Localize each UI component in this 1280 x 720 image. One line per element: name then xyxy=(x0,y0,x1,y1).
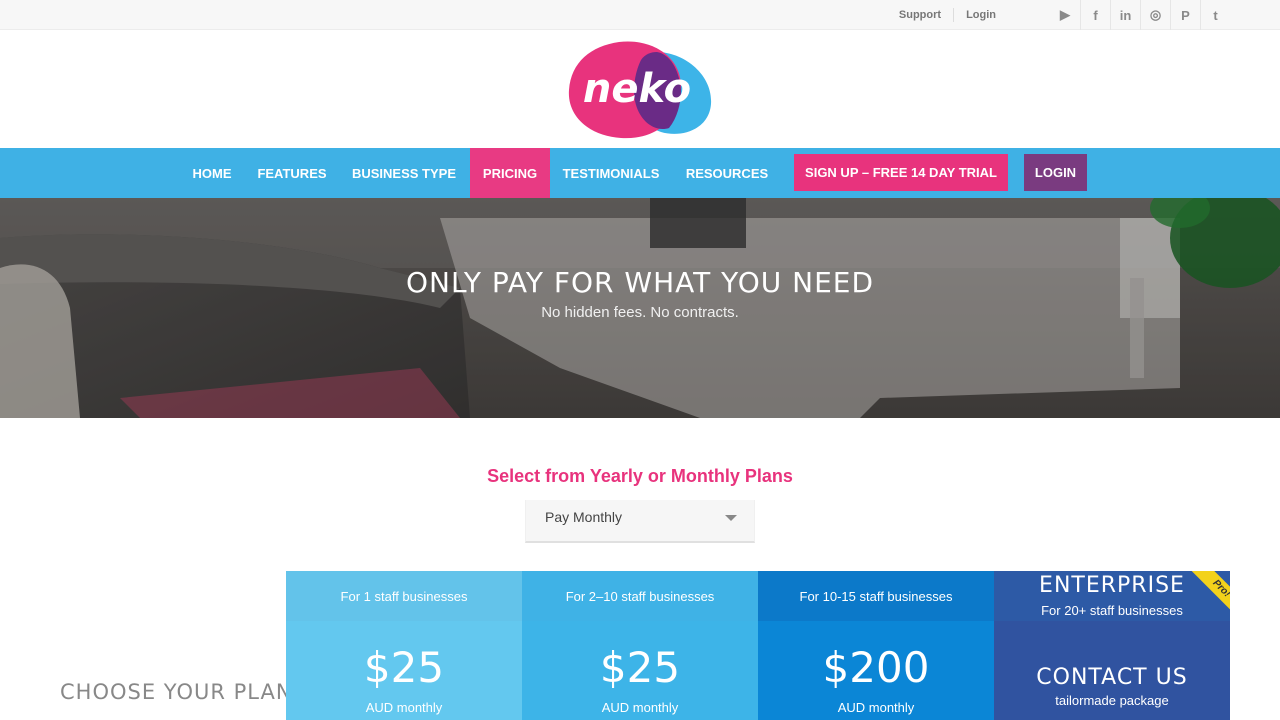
plan-column-1-staff: For 1 staff businesses $25 AUD monthly xyxy=(286,571,522,720)
billing-period-select[interactable]: Pay Monthly xyxy=(525,500,755,543)
top-login-link[interactable]: Login xyxy=(960,9,1002,21)
pro-ribbon: Pro! xyxy=(1190,571,1230,611)
plan-price: $25 xyxy=(363,643,445,692)
youtube-icon[interactable]: ▶ xyxy=(1050,0,1080,30)
header: neko xyxy=(0,30,1280,148)
pro-ribbon-label: Pro! xyxy=(1190,571,1230,611)
billing-period-value: Pay Monthly xyxy=(545,509,623,525)
main-nav: HOME FEATURES BUSINESS TYPE PRICING TEST… xyxy=(0,148,1280,198)
instagram-icon[interactable]: ◎ xyxy=(1140,0,1170,30)
plan-body: $25 AUD monthly xyxy=(522,621,758,720)
hero-subtitle: No hidden fees. No contracts. xyxy=(541,304,739,321)
pinterest-icon[interactable]: P xyxy=(1170,0,1200,30)
plan-price: $200 xyxy=(822,643,930,692)
nav-testimonials[interactable]: TESTIMONIALS xyxy=(552,148,670,198)
neko-logo[interactable]: neko xyxy=(565,38,715,142)
plan-body: CONTACT US tailormade package xyxy=(994,621,1230,720)
plan-body: $25 AUD monthly xyxy=(286,621,522,720)
contact-us-link[interactable]: CONTACT US xyxy=(994,665,1230,690)
plan-select-heading: Select from Yearly or Monthly Plans xyxy=(487,466,793,486)
logo-text: neko xyxy=(583,66,691,112)
facebook-icon[interactable]: f xyxy=(1080,0,1110,30)
nav-business-type[interactable]: BUSINESS TYPE xyxy=(340,148,468,198)
plan-unit: AUD monthly xyxy=(601,700,679,715)
nav-resources[interactable]: RESOURCES xyxy=(672,148,782,198)
plan-head: For 2–10 staff businesses xyxy=(522,571,758,621)
top-links: Support Login xyxy=(893,0,1002,30)
enterprise-note: tailormade package xyxy=(1055,693,1169,708)
nav-features[interactable]: FEATURES xyxy=(246,148,338,198)
nav-pricing[interactable]: PRICING xyxy=(470,148,550,198)
signup-trial-button[interactable]: SIGN UP – FREE 14 DAY TRIAL xyxy=(794,154,1008,191)
support-link[interactable]: Support xyxy=(893,9,947,21)
plan-head: For 1 staff businesses xyxy=(286,571,522,621)
login-button[interactable]: LOGIN xyxy=(1024,154,1087,191)
choose-plan-label: CHOOSE YOUR PLAN xyxy=(60,680,293,704)
divider xyxy=(953,8,955,22)
chevron-down-icon xyxy=(725,515,737,521)
plan-price: $25 xyxy=(599,643,681,692)
social-links: ▶ f in ◎ P t xyxy=(1050,0,1230,30)
plan-column-10-15-staff: For 10-15 staff businesses $200 AUD mont… xyxy=(758,571,994,720)
plan-column-2-10-staff: For 2–10 staff businesses $25 AUD monthl… xyxy=(522,571,758,720)
plan-unit: AUD monthly xyxy=(837,700,915,715)
nav-home[interactable]: HOME xyxy=(180,148,244,198)
plan-body: $200 AUD monthly xyxy=(758,621,994,720)
twitter-icon[interactable]: t xyxy=(1200,0,1230,30)
plan-unit: AUD monthly xyxy=(365,700,443,715)
plan-head: For 10-15 staff businesses xyxy=(758,571,994,621)
top-bar: Support Login ▶ f in ◎ P t xyxy=(0,0,1280,30)
hero-title: ONLY PAY FOR WHAT YOU NEED xyxy=(405,266,875,299)
hero-banner: ONLY PAY FOR WHAT YOU NEED No hidden fee… xyxy=(0,198,1280,418)
linkedin-icon[interactable]: in xyxy=(1110,0,1140,30)
